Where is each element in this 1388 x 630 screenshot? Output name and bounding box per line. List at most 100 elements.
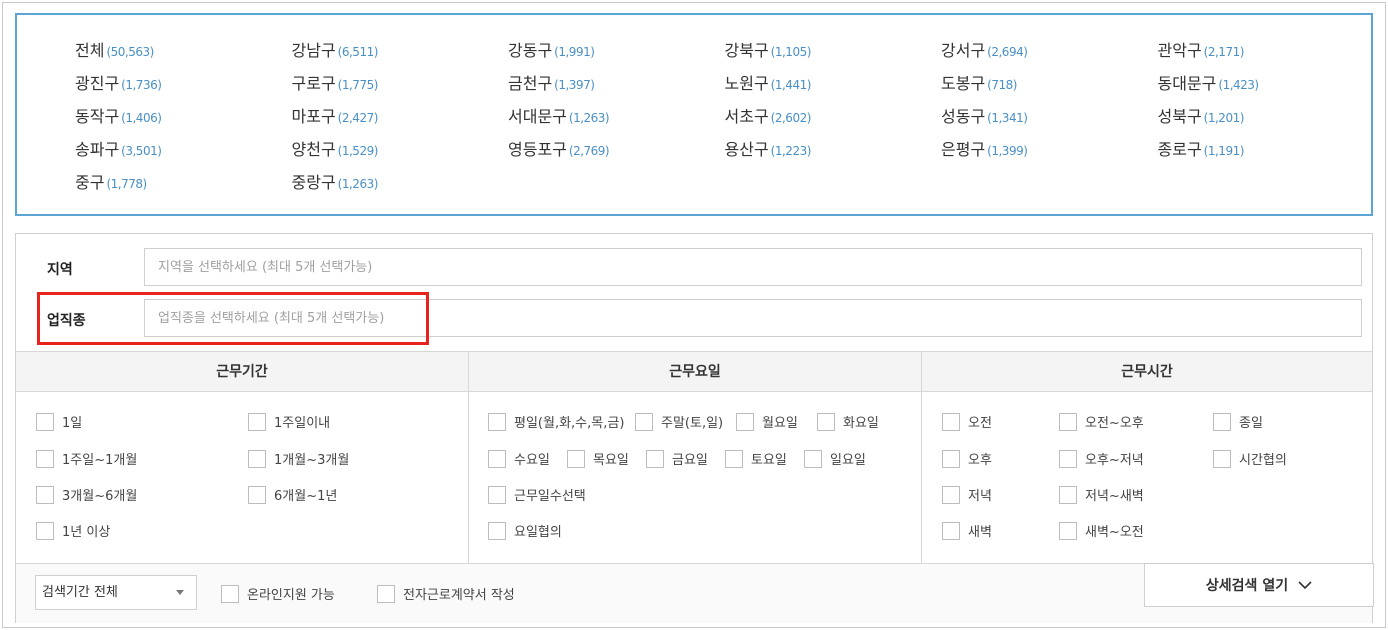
days-checkbox[interactable] [488,412,506,431]
days-option[interactable]: 일요일 [804,449,866,468]
district-count: (1,397) [554,78,595,92]
advanced-search-button[interactable]: 상세검색 열기 [1144,563,1374,607]
period-checkbox[interactable] [36,521,54,540]
days-checkbox[interactable] [488,449,506,468]
time-checkbox[interactable] [942,412,960,431]
region-input[interactable] [144,248,1362,286]
district-item[interactable]: 중구 (1,778) [75,169,292,202]
district-item[interactable]: 성동구 (1,341) [941,103,1158,136]
time-option[interactable]: 오후~저녁 [1059,449,1144,468]
e-contract-checkbox[interactable] [377,584,395,603]
district-item[interactable]: 서초구 (2,602) [725,103,942,136]
district-item[interactable]: 금천구 (1,397) [508,70,725,103]
days-checkbox[interactable] [488,521,506,540]
district-item[interactable]: 용산구 (1,223) [725,136,942,169]
days-column: 근무요일 평일(월,화,수,목,금) 주말(토,일) 월요일 화요일 수요일 목요일 금요일… [469,352,922,564]
district-item[interactable]: 영등포구 (2,769) [508,136,725,169]
district-name: 종로구 [1157,140,1202,159]
time-option[interactable]: 오전 [942,412,992,431]
district-item[interactable]: 서대문구 (1,263) [508,103,725,136]
days-checkbox[interactable] [488,485,506,504]
time-checkbox[interactable] [942,521,960,540]
time-option[interactable]: 오전~오후 [1059,412,1144,431]
district-item[interactable]: 송파구 (3,501) [75,136,292,169]
time-option[interactable]: 새벽 [942,521,992,540]
district-item[interactable]: 강남구 (6,511) [292,37,509,70]
period-checkbox[interactable] [36,412,54,431]
online-apply-option[interactable]: 온라인지원 가능 [221,584,335,603]
district-grid: 전체 (50,563) 강남구 (6,511) 강동구 (1,991) 강북구 (1,105)… [75,37,1374,202]
period-option[interactable]: 1주일이내 [248,412,330,431]
district-item[interactable]: 강동구 (1,991) [508,37,725,70]
period-option[interactable]: 3개월~6개월 [36,485,137,504]
job-input[interactable] [144,299,1362,337]
district-item[interactable]: 광진구 (1,736) [75,70,292,103]
district-item[interactable]: 은평구 (1,399) [941,136,1158,169]
district-item[interactable]: 성북구 (1,201) [1158,103,1375,136]
days-option[interactable]: 금요일 [646,449,708,468]
period-option[interactable]: 1주일~1개월 [36,449,137,468]
days-option[interactable]: 평일(월,화,수,목,금) [488,412,624,431]
days-option[interactable]: 목요일 [567,449,629,468]
district-count: (1,105) [770,45,812,59]
days-checkbox[interactable] [804,449,822,468]
period-option[interactable]: 1개월~3개월 [248,449,349,468]
days-checkbox[interactable] [646,449,664,468]
time-checkbox[interactable] [1059,412,1077,431]
period-checkbox[interactable] [248,449,266,468]
period-option[interactable]: 6개월~1년 [248,485,337,504]
district-item[interactable]: 관악구 (2,171) [1158,37,1375,70]
period-checkbox[interactable] [248,412,266,431]
search-period-select[interactable]: 검색기간 전체 [35,575,197,610]
district-item[interactable]: 양천구 (1,529) [292,136,509,169]
district-item[interactable]: 동대문구 (1,423) [1158,70,1375,103]
days-checkbox[interactable] [817,412,835,431]
time-checkbox[interactable] [942,485,960,504]
period-checkbox[interactable] [36,449,54,468]
days-checkbox[interactable] [635,412,653,431]
district-item[interactable]: 노원구 (1,441) [725,70,942,103]
period-checkbox[interactable] [36,485,54,504]
time-checkbox[interactable] [942,449,960,468]
time-option[interactable]: 저녁 [942,485,992,504]
days-option[interactable]: 화요일 [817,412,879,431]
days-checkbox[interactable] [736,412,754,431]
district-item[interactable]: 중랑구 (1,263) [292,169,509,202]
days-option[interactable]: 근무일수선택 [488,485,586,504]
online-apply-checkbox[interactable] [221,584,239,603]
time-checkbox[interactable] [1059,521,1077,540]
time-checkbox[interactable] [1059,449,1077,468]
days-option[interactable]: 월요일 [736,412,798,431]
advanced-search-label: 상세검색 열기 [1205,578,1289,594]
time-checkbox[interactable] [1213,449,1231,468]
days-option[interactable]: 토요일 [725,449,787,468]
e-contract-option[interactable]: 전자근로계약서 작성 [377,584,515,603]
district-item[interactable]: 동작구 (1,406) [75,103,292,136]
time-option[interactable]: 새벽~오전 [1059,521,1144,540]
days-option[interactable]: 요일협의 [488,521,562,540]
time-checkbox[interactable] [1059,485,1077,504]
district-name: 성북구 [1157,107,1202,126]
period-option[interactable]: 1년 이상 [36,521,110,540]
time-option[interactable]: 오후 [942,449,992,468]
time-option[interactable]: 종일 [1213,412,1263,431]
district-item[interactable]: 마포구 (2,427) [292,103,509,136]
days-option[interactable]: 수요일 [488,449,550,468]
district-item[interactable]: 구로구 (1,775) [292,70,509,103]
days-checkbox[interactable] [725,449,743,468]
district-item[interactable]: 도봉구 (718) [941,70,1158,103]
district-item[interactable]: 강북구 (1,105) [725,37,942,70]
time-option-label: 오후 [968,453,992,468]
period-checkbox[interactable] [248,485,266,504]
period-option-label: 1주일이내 [274,416,331,431]
time-checkbox[interactable] [1213,412,1231,431]
days-checkbox[interactable] [567,449,585,468]
time-option[interactable]: 저녁~새벽 [1059,485,1144,504]
condition-columns: 근무기간 1일 1주일이내 1주일~1개월 1개월~3개월 3개월~6개월 6개월~1년 1… [16,351,1372,564]
period-option[interactable]: 1일 [36,412,82,431]
district-item[interactable]: 종로구 (1,191) [1158,136,1375,169]
days-option[interactable]: 주말(토,일) [635,412,723,431]
district-item[interactable]: 강서구 (2,694) [941,37,1158,70]
time-option[interactable]: 시간협의 [1213,449,1287,468]
district-item[interactable]: 전체 (50,563) [75,37,292,70]
